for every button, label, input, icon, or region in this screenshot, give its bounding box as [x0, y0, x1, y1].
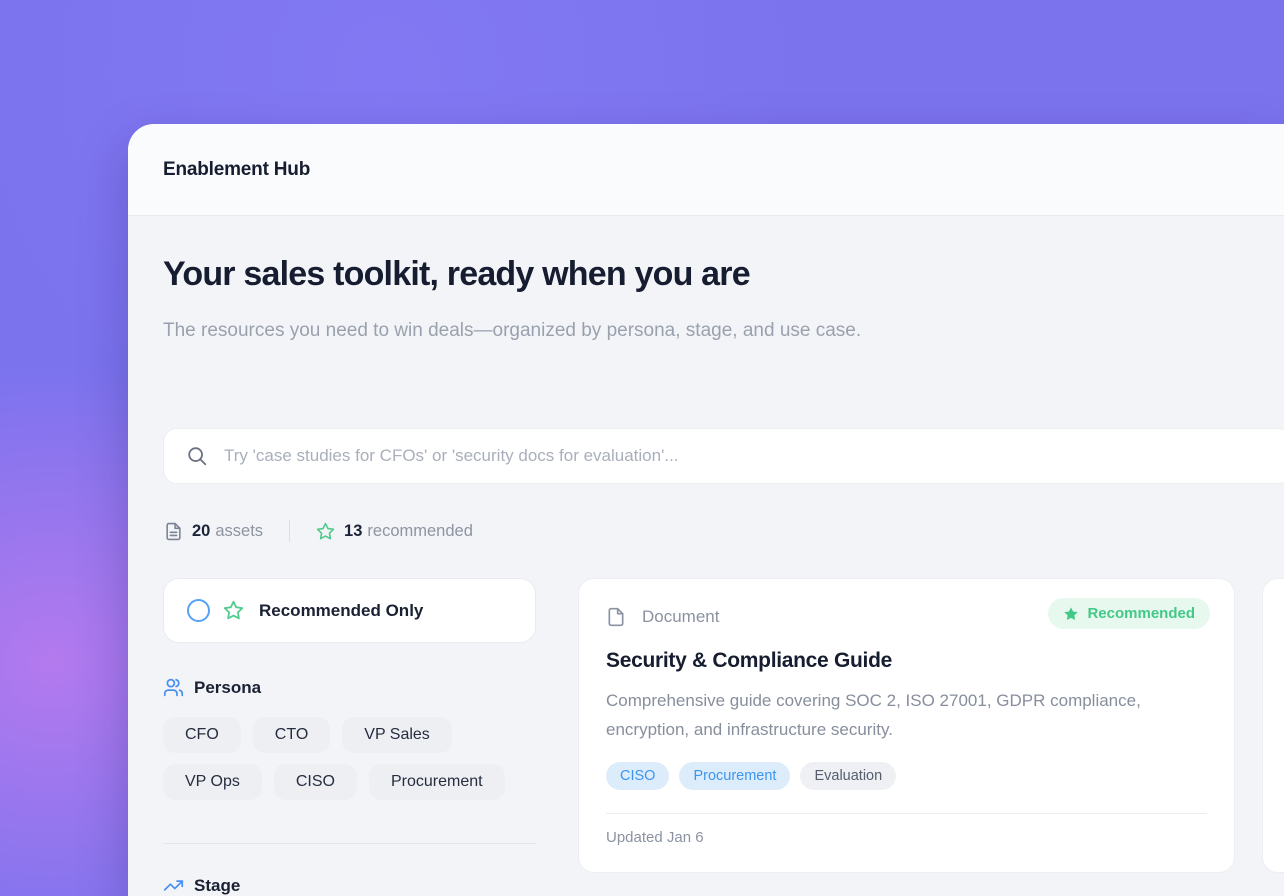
stage-section-header: Stage: [163, 875, 240, 896]
persona-chip-procurement[interactable]: Procurement: [369, 764, 505, 800]
card-title: Security & Compliance Guide: [606, 649, 1207, 673]
card-updated-label: Updated Jan 6: [606, 829, 1207, 846]
panel-header: Enablement Hub: [128, 124, 1284, 216]
persona-section-header: Persona: [163, 677, 261, 698]
app-title: Enablement Hub: [163, 159, 310, 181]
persona-chip-vp-sales[interactable]: VP Sales: [342, 717, 452, 753]
radio-circle-icon[interactable]: [187, 599, 210, 622]
persona-chip-cfo[interactable]: CFO: [163, 717, 241, 753]
search-input[interactable]: [208, 429, 1284, 483]
page-title: Your sales toolkit, ready when you are: [163, 255, 750, 294]
tag-ciso[interactable]: CISO: [606, 762, 669, 790]
recommended-badge-label: Recommended: [1087, 605, 1195, 622]
star-icon: [223, 600, 244, 621]
persona-chip-ciso[interactable]: CISO: [274, 764, 357, 800]
page-background: Enablement Hub Your sales toolkit, ready…: [0, 0, 1284, 896]
users-icon: [163, 677, 184, 698]
card-description: Comprehensive guide covering SOC 2, ISO …: [606, 686, 1206, 744]
recommended-count: 13: [344, 522, 362, 541]
sidebar-divider: [163, 843, 536, 844]
recommended-star-icon: [316, 522, 335, 541]
card-tags: CISO Procurement Evaluation: [606, 762, 1207, 790]
page-subtitle: The resources you need to win deals—orga…: [163, 312, 983, 349]
persona-chip-vp-ops[interactable]: VP Ops: [163, 764, 262, 800]
recommended-label: recommended: [367, 522, 472, 541]
star-filled-icon: [1063, 606, 1079, 622]
assets-file-icon: [164, 522, 183, 541]
search-icon: [186, 445, 208, 467]
asset-card-security-compliance-guide[interactable]: Document Recommended Security & Complian…: [578, 578, 1235, 873]
persona-section-title: Persona: [194, 678, 261, 698]
assets-count: 20: [192, 522, 210, 541]
trending-up-icon: [163, 875, 184, 896]
stage-section-title: Stage: [194, 876, 240, 896]
persona-chips: CFO CTO VP Sales VP Ops CISO Procurement: [163, 717, 543, 800]
persona-chip-cto[interactable]: CTO: [253, 717, 330, 753]
recommended-only-label: Recommended Only: [259, 601, 423, 621]
recommended-badge: Recommended: [1048, 598, 1210, 629]
tag-evaluation[interactable]: Evaluation: [800, 762, 896, 790]
stats-divider: [289, 520, 290, 542]
assets-label: assets: [215, 522, 263, 541]
document-icon: [606, 605, 626, 629]
enablement-hub-panel: Enablement Hub Your sales toolkit, ready…: [128, 124, 1284, 896]
card-footer-divider: [606, 813, 1207, 814]
partially-visible-card[interactable]: [1262, 578, 1284, 873]
stats-row: 20 assets 13 recommended: [164, 518, 473, 544]
card-type-label: Document: [642, 607, 719, 627]
recommended-only-toggle[interactable]: Recommended Only: [163, 578, 536, 643]
search-bar[interactable]: [163, 428, 1284, 484]
tag-procurement[interactable]: Procurement: [679, 762, 790, 790]
